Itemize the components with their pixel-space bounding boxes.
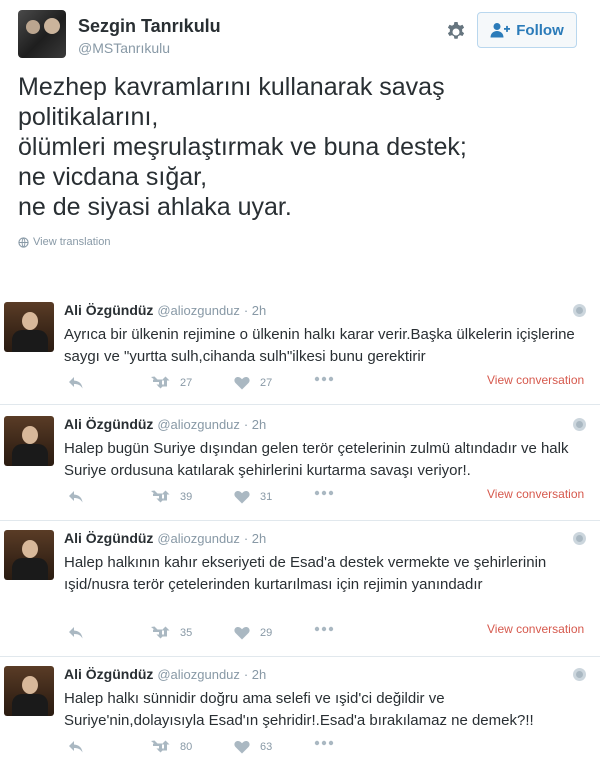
retweet-button[interactable]: 27 bbox=[150, 376, 192, 390]
heart-icon bbox=[234, 740, 250, 754]
avatar[interactable] bbox=[4, 530, 54, 580]
reply-author-name[interactable]: Ali Özgündüz bbox=[64, 302, 153, 318]
reply-tweet[interactable]: Ali Özgündüz @aliozgunduz · 2h Halep hal… bbox=[0, 524, 600, 654]
reply-text: Halep halkı sünnidir doğru ama selefi ve… bbox=[64, 690, 534, 729]
view-conversation-link[interactable]: View conversation bbox=[487, 487, 584, 501]
reply-time[interactable]: · 2h bbox=[244, 303, 266, 318]
reply-time[interactable]: · 2h bbox=[244, 417, 266, 432]
like-button[interactable]: 27 bbox=[234, 376, 272, 390]
view-conversation-link[interactable]: View conversation bbox=[487, 373, 584, 387]
add-user-icon bbox=[490, 23, 511, 38]
reply-icon[interactable] bbox=[68, 740, 84, 754]
retweet-count: 39 bbox=[180, 491, 193, 503]
like-button[interactable]: 29 bbox=[234, 626, 272, 640]
more-icon[interactable] bbox=[314, 376, 334, 382]
reply-tweet[interactable]: Ali Özgündüz @aliozgunduz · 2h Halep hal… bbox=[0, 660, 600, 768]
like-count: 63 bbox=[260, 741, 273, 753]
close-icon[interactable] bbox=[573, 532, 586, 545]
like-count: 29 bbox=[260, 627, 273, 639]
close-icon[interactable] bbox=[573, 668, 586, 681]
avatar[interactable] bbox=[4, 416, 54, 466]
retweet-button[interactable]: 35 bbox=[150, 626, 192, 640]
avatar[interactable] bbox=[4, 302, 54, 352]
reply-handle[interactable]: @aliozgunduz bbox=[157, 303, 240, 318]
close-icon[interactable] bbox=[573, 304, 586, 317]
profile-name[interactable]: Sezgin Tanrıkulu bbox=[78, 16, 221, 37]
heart-icon bbox=[234, 626, 250, 640]
reply-handle[interactable]: @aliozgunduz bbox=[157, 667, 240, 682]
retweet-count: 35 bbox=[180, 627, 193, 639]
reply-author-name[interactable]: Ali Özgündüz bbox=[64, 416, 153, 432]
follow-label: Follow bbox=[516, 21, 564, 39]
reply-author-name[interactable]: Ali Özgündüz bbox=[64, 530, 153, 546]
globe-icon bbox=[18, 236, 29, 248]
retweet-count: 80 bbox=[180, 741, 193, 753]
reply-text: Ayrıca bir ülkenin rejimine o ülkenin ha… bbox=[64, 326, 575, 365]
divider bbox=[0, 404, 600, 405]
reply-text: Halep bugün Suriye dışından gelen terör … bbox=[64, 440, 569, 479]
retweet-button[interactable]: 80 bbox=[150, 740, 192, 754]
like-count: 31 bbox=[260, 491, 273, 503]
tweet-text: Mezhep kavramlarını kullanarak savaş pol… bbox=[18, 73, 467, 221]
profile-handle[interactable]: @MSTanrıkulu bbox=[78, 40, 170, 56]
avatar[interactable] bbox=[18, 10, 66, 58]
close-icon[interactable] bbox=[573, 418, 586, 431]
like-count: 27 bbox=[260, 377, 273, 389]
more-icon[interactable] bbox=[314, 626, 334, 632]
view-translation-link[interactable]: View translation bbox=[18, 236, 110, 248]
more-icon[interactable] bbox=[314, 490, 334, 496]
profile-header: Sezgin Tanrıkulu @MSTanrıkulu Follow bbox=[18, 10, 582, 62]
divider bbox=[0, 520, 600, 521]
reply-icon[interactable] bbox=[68, 626, 84, 640]
retweet-icon bbox=[151, 626, 170, 639]
follow-button[interactable]: Follow bbox=[477, 12, 577, 48]
translation-label: View translation bbox=[33, 236, 111, 248]
retweet-button[interactable]: 39 bbox=[150, 490, 192, 504]
reply-author-name[interactable]: Ali Özgündüz bbox=[64, 666, 153, 682]
reply-time[interactable]: · 2h bbox=[244, 531, 266, 546]
retweet-icon bbox=[151, 740, 170, 753]
reply-icon[interactable] bbox=[68, 376, 84, 390]
reply-time[interactable]: · 2h bbox=[244, 667, 266, 682]
like-button[interactable]: 31 bbox=[234, 490, 272, 504]
retweet-icon bbox=[151, 490, 170, 503]
divider bbox=[0, 656, 600, 657]
heart-icon bbox=[234, 376, 250, 390]
reply-tweet[interactable]: Ali Özgündüz @aliozgunduz · 2h Halep bug… bbox=[0, 410, 600, 520]
avatar[interactable] bbox=[4, 666, 54, 716]
like-button[interactable]: 63 bbox=[234, 740, 272, 754]
reply-handle[interactable]: @aliozgunduz bbox=[157, 417, 240, 432]
tweet-actions: 80 63 bbox=[64, 740, 584, 758]
view-conversation-link[interactable]: View conversation bbox=[487, 622, 584, 636]
reply-handle[interactable]: @aliozgunduz bbox=[157, 531, 240, 546]
heart-icon bbox=[234, 490, 250, 504]
retweet-icon bbox=[151, 376, 170, 389]
gear-icon[interactable] bbox=[444, 20, 468, 44]
reply-text: Halep halkının kahır ekseriyeti de Esad'… bbox=[64, 554, 547, 593]
more-icon[interactable] bbox=[314, 740, 334, 746]
reply-tweet[interactable]: Ali Özgündüz @aliozgunduz · 2h Ayrıca bi… bbox=[0, 296, 600, 404]
retweet-count: 27 bbox=[180, 377, 193, 389]
reply-icon[interactable] bbox=[68, 490, 84, 504]
